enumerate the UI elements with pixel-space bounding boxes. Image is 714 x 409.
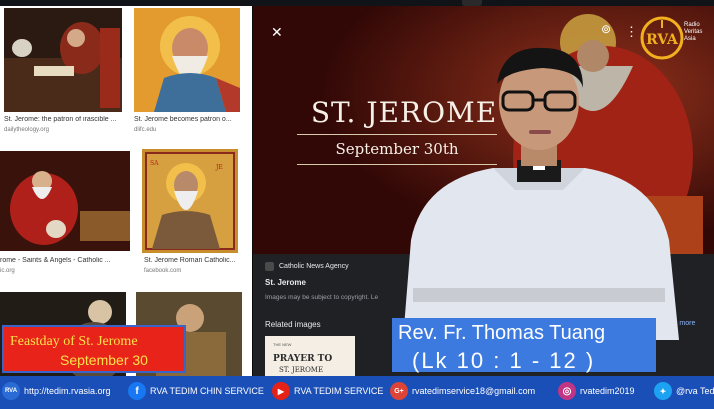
thumbnail-3[interactable] [0,151,130,251]
thumbnail-caption[interactable]: St. Jerome: the patron of irascible ... [4,116,122,123]
instagram-icon: ◎ [558,382,576,400]
more-options-icon[interactable]: ⋮ [625,24,638,40]
close-icon[interactable]: ✕ [271,24,283,41]
icon-painting-4: SA JE [142,149,238,253]
thumbnail-source: ic.org [0,268,15,274]
feastday-date: September 30 [60,352,148,368]
thumbnail-source: facebook.com [144,268,182,274]
facebook-text: RVA TEDIM CHIN SERVICE [150,386,264,396]
svg-text:SA: SA [150,160,159,167]
footer-website[interactable]: RVA http://tedim.rvasia.org [2,381,111,401]
thumbnail-caption[interactable]: St. Jerome becomes patron o... [134,116,244,123]
google-plus-icon: G+ [390,382,408,400]
footer-facebook[interactable]: f RVA TEDIM CHIN SERVICE [128,381,264,401]
rva-logo: RVA [640,16,684,60]
thumbnail-4[interactable]: SA JE [142,149,238,253]
related-title: PRAYER TO [273,354,333,364]
source-name[interactable]: Catholic News Agency [279,263,349,270]
globe-icon: RVA [2,382,20,400]
thumbnail-1[interactable] [4,8,122,112]
feastday-title: Feastday of St. Jerome [10,334,138,349]
svg-text:RVA: RVA [646,32,679,48]
facebook-icon: f [128,382,146,400]
youtube-text: RVA TEDIM SERVICE [294,386,384,396]
priest-speaker [403,47,679,340]
icon-painting-2 [134,8,240,112]
footer-twitter[interactable]: ✦ @rva Tedi [654,381,714,401]
thumbnail-source: dailytheology.org [4,127,49,133]
painting-1 [4,8,122,112]
thumbnail-caption[interactable]: rome - Saints & Angels - Catholic ... [0,257,128,264]
speaker-name: Rev. Fr. Thomas Tuang [398,322,606,344]
related-small-text: THE NEW [273,342,292,347]
related-image-1[interactable]: THE NEW PRAYER TO ST. JEROME [265,336,355,376]
source-favicon [265,262,274,271]
image-results-grid: St. Jerome: the patron of irascible ... … [0,6,252,376]
copyright-notice: Images may be subject to copyright. Le [265,294,379,301]
thumbnail-source: dlifc.edu [134,127,157,133]
footer-instagram[interactable]: ◎ rvatedim2019 [558,381,635,401]
painting-3 [0,151,130,251]
preview-title[interactable]: St. Jerome [265,278,306,287]
footer-email[interactable]: G+ rvatedimservice18@gmail.com [390,381,535,401]
twitter-icon: ✦ [654,382,672,400]
related-images-label: Related images [265,320,321,329]
scripture-reference: (Lk 10 : 1 - 12 ) [412,348,596,373]
footer-youtube[interactable]: ▶ RVA TEDIM SERVICE [272,381,383,401]
website-text: http://tedim.rvasia.org [24,386,111,396]
svg-text:JE: JE [215,164,223,171]
thumbnail-caption[interactable]: St. Jerome Roman Catholic... [144,257,250,264]
visual-search-icon[interactable]: ⊚ [601,22,611,36]
instagram-text: rvatedim2019 [580,386,635,396]
logo-side-text: Radio Veritas Asia [684,22,703,42]
youtube-icon: ▶ [272,382,290,400]
email-text: rvatedimservice18@gmail.com [412,386,536,396]
twitter-text: @rva Tedi [676,386,714,396]
thumbnail-2[interactable] [134,8,240,112]
related-subtitle: ST. JEROME [279,366,324,374]
